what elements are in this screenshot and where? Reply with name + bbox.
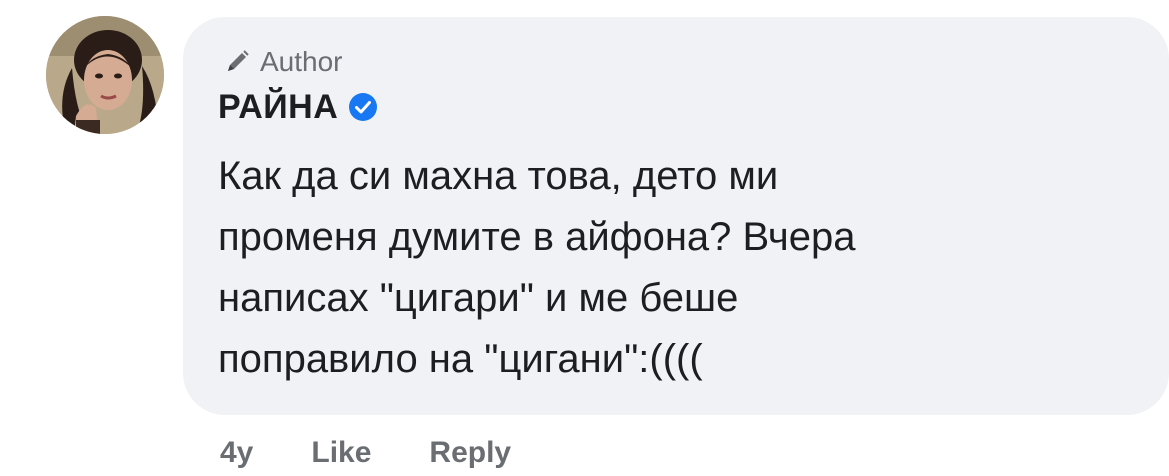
comment-line: Как да си махна това, дето ми [218,154,779,198]
author-badge-label: Author [260,46,343,77]
like-button[interactable]: Like [311,436,371,470]
comment-line: поправило на "цигани":(((( [218,337,703,381]
author-avatar[interactable] [46,16,164,134]
comment-screen: Author РАЙНА Как да си махна това, дето … [0,0,1169,476]
comment-timestamp[interactable]: 4y [220,436,253,470]
avatar-photo [46,16,164,134]
comment-text: Как да си махна това, дето ми променя ду… [218,146,1148,390]
comment-actions: 4y Like Reply [220,436,511,476]
comment-line: променя думите в айфона? Вчера [218,215,856,259]
author-name-row: РАЙНА [218,84,378,130]
reply-button[interactable]: Reply [429,436,511,470]
author-badge: Author [222,44,343,80]
comment-line: написах "цигари" и ме беше [218,276,739,320]
pencil-icon [222,47,252,77]
author-name[interactable]: РАЙНА [218,88,338,127]
verified-check-icon [348,92,378,122]
